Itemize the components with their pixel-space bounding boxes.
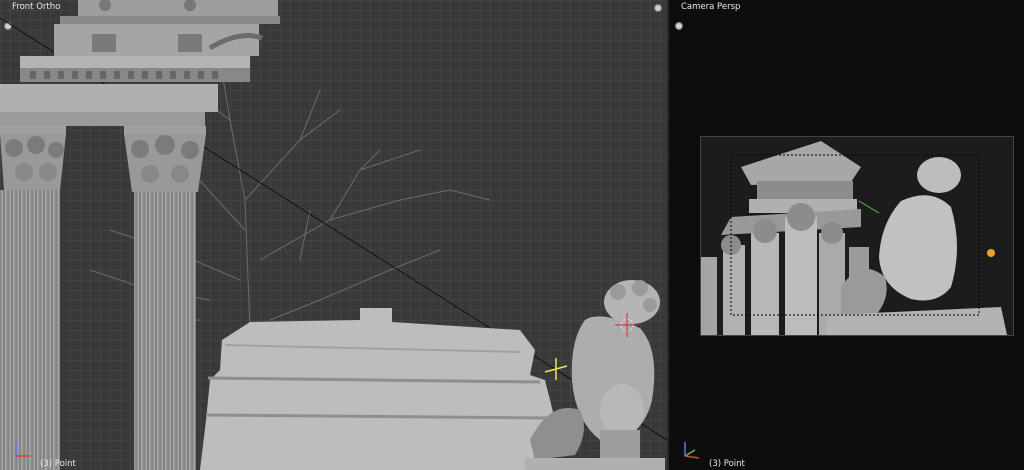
column-left	[0, 126, 66, 470]
lamp-icon[interactable]	[544, 358, 568, 380]
camera-render	[701, 137, 1013, 335]
front-ortho-viewport[interactable]: Front Ortho (3) Point	[0, 0, 667, 470]
viewport-title: Camera Persp	[681, 2, 741, 12]
cornice	[0, 0, 280, 126]
column-right	[124, 126, 206, 470]
viewport-status: (3) Point	[40, 459, 76, 469]
axis-gizmo-icon	[15, 442, 30, 457]
axis-gizmo-icon	[684, 442, 700, 459]
blender-app: Front Ortho (3) Point Camera Persp (3) P…	[0, 0, 1024, 470]
cherub-statue	[525, 280, 665, 470]
viewport-status: (3) Point	[709, 459, 745, 469]
corner-dot-icon[interactable]	[675, 22, 683, 30]
scene-render	[0, 0, 667, 470]
camera-frame	[700, 136, 1014, 336]
stone-block	[200, 308, 555, 470]
lamp-icon[interactable]	[987, 249, 995, 257]
